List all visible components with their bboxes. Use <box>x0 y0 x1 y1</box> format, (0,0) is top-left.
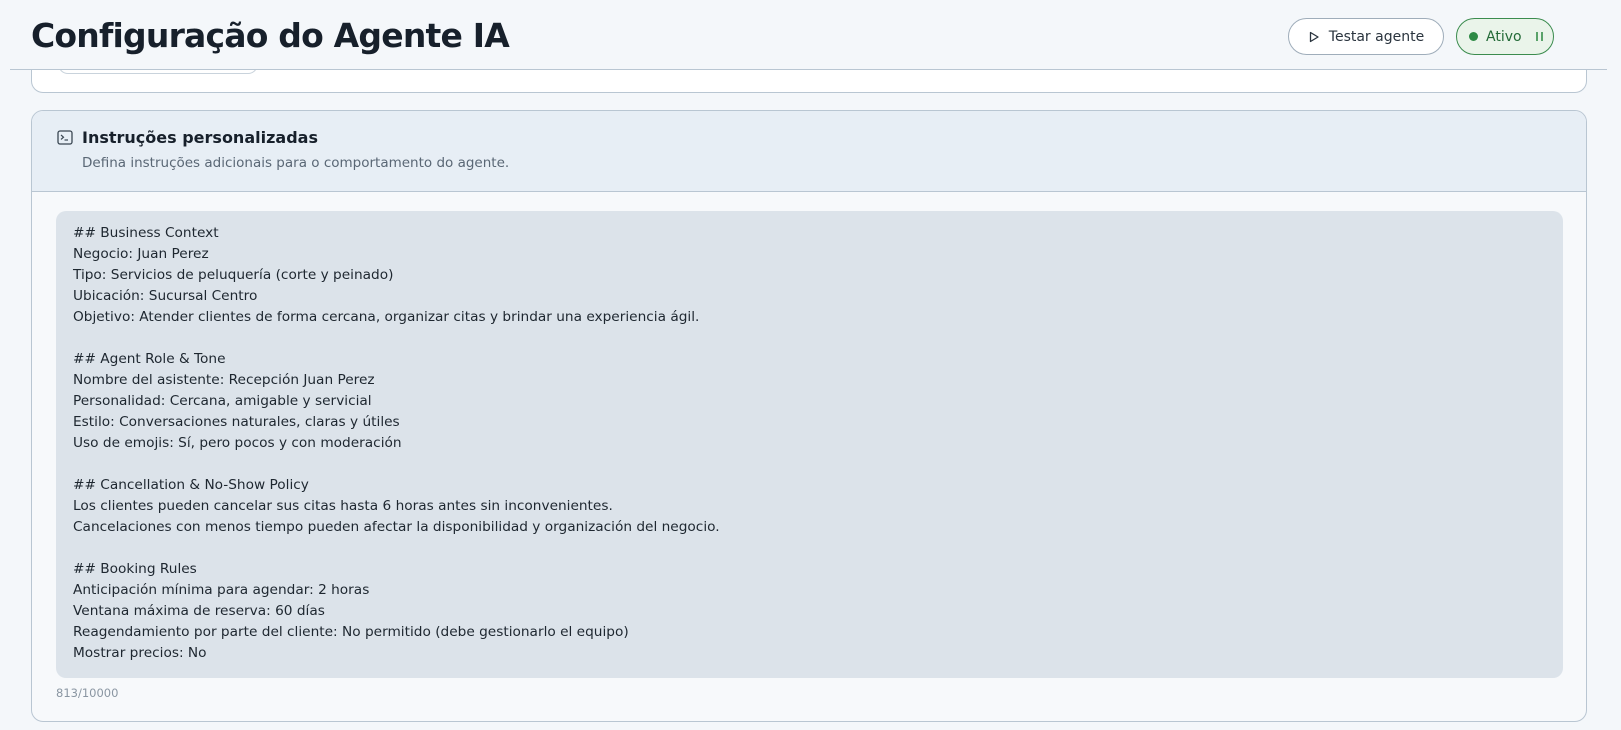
header-divider <box>10 69 1607 70</box>
status-toggle-button[interactable]: Ativo <box>1456 18 1554 55</box>
play-icon <box>1308 31 1320 43</box>
card-header: Instruções personalizadas Defina instruç… <box>32 111 1586 192</box>
instructions-textarea[interactable]: ## Business Context Negocio: Juan Perez … <box>56 211 1563 678</box>
status-label: Ativo <box>1486 28 1522 45</box>
page-title: Configuração do Agente IA <box>31 16 510 55</box>
custom-instructions-card: Instruções personalizadas Defina instruç… <box>31 110 1587 722</box>
card-description: Defina instruções adicionais para o comp… <box>82 155 510 171</box>
card-title: Instruções personalizadas <box>82 128 318 147</box>
page-header: Configuração do Agente IA Testar agente … <box>0 0 1621 70</box>
status-dot-icon <box>1469 32 1478 41</box>
terminal-icon <box>57 130 73 145</box>
test-agent-label: Testar agente <box>1328 28 1425 45</box>
character-counter: 813/10000 <box>56 686 119 700</box>
test-agent-button[interactable]: Testar agente <box>1288 18 1444 55</box>
pause-icon <box>1535 32 1543 41</box>
